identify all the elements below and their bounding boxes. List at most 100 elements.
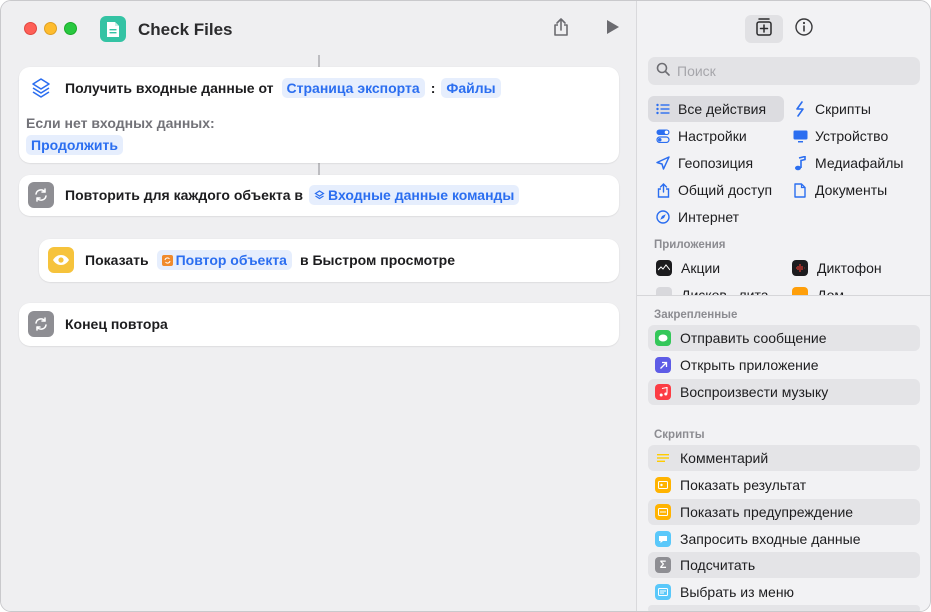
toggle-icon <box>655 128 671 144</box>
app-label: Дом <box>817 287 845 295</box>
info-icon <box>794 17 814 42</box>
category-label: Общий доступ <box>678 182 773 198</box>
music-note-icon <box>792 155 808 171</box>
pinned-send-message[interactable]: Отправить сообщение <box>648 325 920 351</box>
app-disk-utility[interactable]: Дисков...лита <box>656 287 769 295</box>
category-sharing[interactable]: Общий доступ <box>648 177 772 203</box>
script-count[interactable]: Σ Подсчитать <box>648 552 920 578</box>
action-label: Конец повтора <box>65 316 168 332</box>
sigma-icon: Σ <box>655 557 671 573</box>
connector-line <box>318 163 320 175</box>
open-app-icon <box>655 357 671 373</box>
separator: : <box>430 80 436 96</box>
menu-icon <box>655 584 671 600</box>
list-icon <box>655 101 671 117</box>
action-label-suffix: в Быстром просмотре <box>299 252 456 268</box>
app-label: Акции <box>681 260 721 276</box>
row-label: Отправить сообщение <box>680 330 827 346</box>
search-field[interactable] <box>648 57 920 85</box>
category-label: Геопозиция <box>678 155 754 171</box>
shortcut-input-token[interactable]: Входные данные команды <box>309 185 520 205</box>
script-row-clipped <box>648 605 920 611</box>
section-scripts: Скрипты <box>654 429 705 441</box>
panel-divider <box>637 295 930 296</box>
pinned-open-app[interactable]: Открыть приложение <box>648 352 920 378</box>
category-device[interactable]: Устройство <box>785 123 888 149</box>
row-label: Открыть приложение <box>680 357 819 373</box>
action-library-button[interactable] <box>745 15 783 43</box>
alert-icon <box>655 504 671 520</box>
category-scripts[interactable]: Скрипты <box>785 96 871 122</box>
minimize-window-button[interactable] <box>44 22 57 35</box>
script-show-result[interactable]: Показать результат <box>648 472 920 498</box>
row-label: Показать результат <box>680 477 807 493</box>
fallback-label: Если нет входных данных: <box>26 115 215 131</box>
action-repeat-each[interactable]: Повторить для каждого объекта в Входные … <box>19 175 619 216</box>
row-label: Воспроизвести музыку <box>680 384 829 400</box>
action-label: Повторить для каждого объекта в <box>65 187 304 203</box>
repeat-icon <box>28 182 54 208</box>
ask-input-icon <box>655 531 671 547</box>
document-icon <box>792 182 808 198</box>
category-label: Скрипты <box>815 101 871 117</box>
script-show-alert[interactable]: Показать предупреждение <box>648 499 920 525</box>
stocks-icon <box>656 260 672 276</box>
script-choose-from-menu[interactable]: Выбрать из меню <box>648 579 920 605</box>
row-label: Показать предупреждение <box>680 504 854 520</box>
app-home[interactable]: Дом <box>792 287 844 295</box>
script-ask-for-input[interactable]: Запросить входные данные <box>648 526 920 552</box>
action-quick-look[interactable]: Показать Повтор объекта в Быстром просмо… <box>39 239 619 282</box>
app-voice-memos[interactable]: Диктофон <box>792 260 882 276</box>
category-location[interactable]: Геопозиция <box>648 150 753 176</box>
app-stocks[interactable]: Акции <box>656 260 720 276</box>
home-icon <box>792 287 808 295</box>
window-title[interactable]: Check Files <box>138 20 233 40</box>
messages-icon <box>655 330 671 346</box>
row-label: Комментарий <box>680 450 769 466</box>
run-button[interactable] <box>599 15 627 43</box>
play-icon <box>606 19 620 40</box>
category-label: Все действия <box>678 101 767 117</box>
pinned-play-music[interactable]: Воспроизвести музыку <box>648 379 920 405</box>
action-get-input[interactable]: Получить входные данные от Страница эксп… <box>19 67 619 163</box>
shortcut-file-icon[interactable] <box>100 16 126 42</box>
category-label: Устройство <box>815 128 889 144</box>
row-label: Выбрать из меню <box>680 584 795 600</box>
input-source-token[interactable]: Страница экспорта <box>281 78 425 98</box>
search-icon <box>656 62 670 81</box>
show-result-icon <box>655 477 671 493</box>
repeat-item-token[interactable]: Повтор объекта <box>156 250 292 270</box>
row-label: Подсчитать <box>680 557 756 573</box>
share-icon <box>552 17 570 42</box>
zoom-window-button[interactable] <box>64 22 77 35</box>
add-action-icon <box>754 17 774 42</box>
action-label: Получить входные данные от <box>65 80 274 96</box>
app-label: Диктофон <box>817 260 882 276</box>
action-end-repeat[interactable]: Конец повтора <box>19 303 619 346</box>
disk-utility-icon <box>656 287 672 295</box>
location-icon <box>655 155 671 171</box>
comment-icon <box>655 450 671 466</box>
fallback-token[interactable]: Продолжить <box>26 135 123 155</box>
section-apps: Приложения <box>654 239 726 251</box>
share-icon <box>655 182 671 198</box>
close-window-button[interactable] <box>24 22 37 35</box>
category-documents[interactable]: Документы <box>785 177 887 203</box>
compass-icon <box>655 209 671 225</box>
category-settings[interactable]: Настройки <box>648 123 747 149</box>
script-comment[interactable]: Комментарий <box>648 445 920 471</box>
category-all-actions[interactable]: Все действия <box>648 96 784 122</box>
apps-row-clipped: Дисков...лита Дом <box>637 284 930 295</box>
category-internet[interactable]: Интернет <box>648 204 739 230</box>
category-label: Настройки <box>678 128 747 144</box>
category-media[interactable]: Медиафайлы <box>785 150 903 176</box>
actions-library-panel: Все действия Скрипты Настройки Устройств… <box>636 1 930 611</box>
input-type-token[interactable]: Файлы <box>441 78 501 98</box>
voice-memos-icon <box>792 260 808 276</box>
section-pinned: Закрепленные <box>654 309 738 321</box>
shortcut-details-button[interactable] <box>785 15 823 43</box>
category-label: Медиафайлы <box>815 155 904 171</box>
share-button[interactable] <box>547 15 575 43</box>
row-label: Запросить входные данные <box>680 531 861 547</box>
search-input[interactable] <box>677 63 907 79</box>
